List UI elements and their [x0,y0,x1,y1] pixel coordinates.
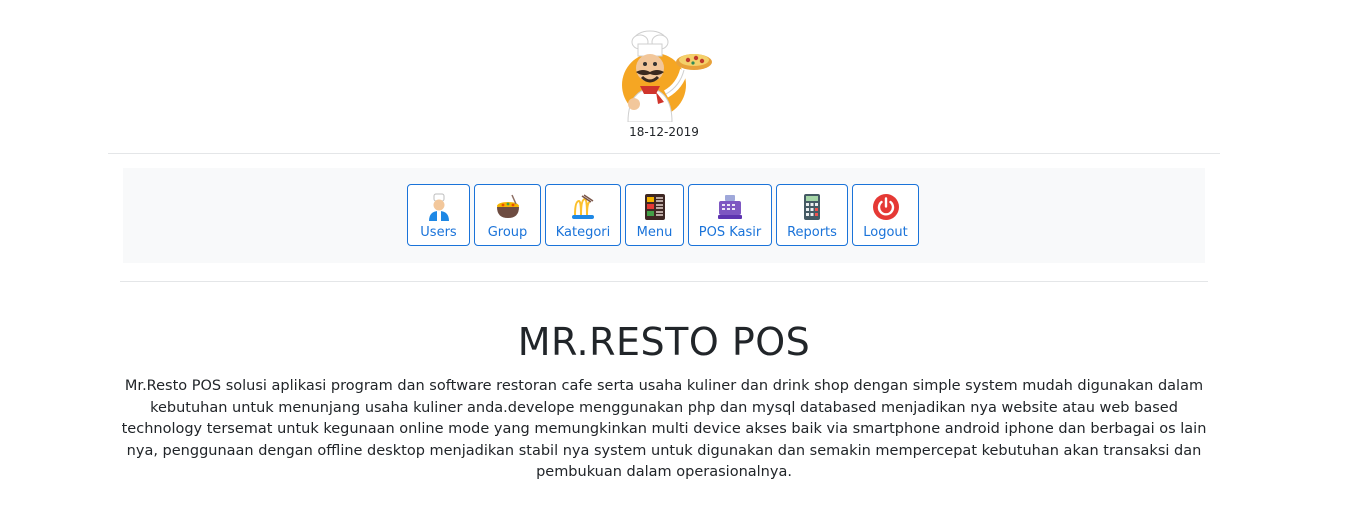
chef-pizza-logo-icon [614,30,714,123]
menu-label: Menu [636,225,673,240]
users-button[interactable]: Users [407,184,470,246]
menu-button[interactable]: Menu [625,184,684,246]
bowl-icon [496,194,519,218]
pos-kasir-button[interactable]: POS Kasir [688,184,772,246]
kategori-button[interactable]: Kategori [545,184,621,246]
kategori-label: Kategori [555,225,611,240]
menu-board-icon [644,194,665,220]
logout-label: Logout [863,225,908,240]
main-nav: Users Group Kategori Menu POS Kasir Repo… [407,184,919,246]
logout-button[interactable]: Logout [852,184,919,246]
page-description: Mr.Resto POS solusi aplikasi program dan… [121,378,1207,480]
power-icon [872,194,899,220]
cash-register-icon [718,195,742,219]
noodles-icon [572,194,594,219]
user-chef-icon [428,193,449,221]
calculator-icon [804,194,820,220]
reports-label: Reports [787,225,837,240]
pos-kasir-label: POS Kasir [698,225,762,240]
page-title: MR.RESTO POS [517,320,811,364]
group-button[interactable]: Group [474,184,541,246]
group-label: Group [487,225,528,240]
reports-button[interactable]: Reports [776,184,848,246]
nav-divider [120,281,1208,282]
page: 18-12-2019 Users Group Kategori Menu POS… [0,0,1368,528]
users-label: Users [420,225,457,240]
date-label: 18-12-2019 [629,125,699,139]
header-divider [108,153,1220,154]
